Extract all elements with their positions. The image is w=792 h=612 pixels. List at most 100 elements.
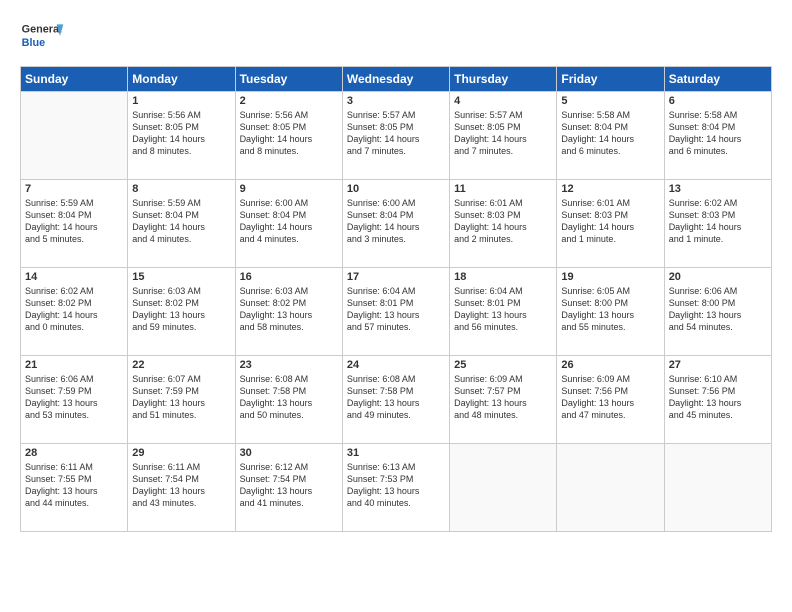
day-cell: 9 Sunrise: 6:00 AM Sunset: 8:04 PM Daylig… (235, 180, 342, 268)
day-number: 20 (669, 271, 767, 283)
day-cell (557, 444, 664, 532)
day-number: 23 (240, 359, 338, 371)
day-info: Sunrise: 6:00 AM Sunset: 8:04 PM Dayligh… (240, 197, 338, 246)
day-info: Sunrise: 5:56 AM Sunset: 8:05 PM Dayligh… (240, 109, 338, 158)
day-number: 22 (132, 359, 230, 371)
day-number: 16 (240, 271, 338, 283)
day-number: 30 (240, 447, 338, 459)
day-info: Sunrise: 6:06 AM Sunset: 8:00 PM Dayligh… (669, 285, 767, 334)
day-info: Sunrise: 5:59 AM Sunset: 8:04 PM Dayligh… (25, 197, 123, 246)
weekday-tuesday: Tuesday (235, 67, 342, 92)
weekday-saturday: Saturday (664, 67, 771, 92)
day-info: Sunrise: 6:01 AM Sunset: 8:03 PM Dayligh… (561, 197, 659, 246)
day-info: Sunrise: 6:07 AM Sunset: 7:59 PM Dayligh… (132, 373, 230, 422)
day-info: Sunrise: 6:08 AM Sunset: 7:58 PM Dayligh… (347, 373, 445, 422)
day-number: 26 (561, 359, 659, 371)
week-row-5: 28 Sunrise: 6:11 AM Sunset: 7:55 PM Dayli… (21, 444, 772, 532)
day-cell: 29 Sunrise: 6:11 AM Sunset: 7:54 PM Dayli… (128, 444, 235, 532)
day-cell: 13 Sunrise: 6:02 AM Sunset: 8:03 PM Dayli… (664, 180, 771, 268)
day-number: 31 (347, 447, 445, 459)
day-info: Sunrise: 6:09 AM Sunset: 7:57 PM Dayligh… (454, 373, 552, 422)
weekday-friday: Friday (557, 67, 664, 92)
day-cell: 25 Sunrise: 6:09 AM Sunset: 7:57 PM Dayli… (450, 356, 557, 444)
day-number: 13 (669, 183, 767, 195)
day-cell: 24 Sunrise: 6:08 AM Sunset: 7:58 PM Dayli… (342, 356, 449, 444)
day-info: Sunrise: 6:01 AM Sunset: 8:03 PM Dayligh… (454, 197, 552, 246)
day-cell: 1Sunrise: 5:56 AM Sunset: 8:05 PM Daylig… (128, 92, 235, 180)
day-cell: 7 Sunrise: 5:59 AM Sunset: 8:04 PM Daylig… (21, 180, 128, 268)
day-cell: 26 Sunrise: 6:09 AM Sunset: 7:56 PM Dayli… (557, 356, 664, 444)
day-cell: 12 Sunrise: 6:01 AM Sunset: 8:03 PM Dayli… (557, 180, 664, 268)
day-info: Sunrise: 6:03 AM Sunset: 8:02 PM Dayligh… (132, 285, 230, 334)
day-number: 24 (347, 359, 445, 371)
day-cell: 27Sunrise: 6:10 AM Sunset: 7:56 PM Dayli… (664, 356, 771, 444)
week-row-3: 14 Sunrise: 6:02 AM Sunset: 8:02 PM Dayli… (21, 268, 772, 356)
day-cell: 10 Sunrise: 6:00 AM Sunset: 8:04 PM Dayli… (342, 180, 449, 268)
day-info: Sunrise: 6:12 AM Sunset: 7:54 PM Dayligh… (240, 461, 338, 510)
day-cell: 6Sunrise: 5:58 AM Sunset: 8:04 PM Daylig… (664, 92, 771, 180)
day-cell (450, 444, 557, 532)
day-cell: 23 Sunrise: 6:08 AM Sunset: 7:58 PM Dayli… (235, 356, 342, 444)
day-cell: 31 Sunrise: 6:13 AM Sunset: 7:53 PM Dayli… (342, 444, 449, 532)
day-cell: 5 Sunrise: 5:58 AM Sunset: 8:04 PM Daylig… (557, 92, 664, 180)
day-info: Sunrise: 6:04 AM Sunset: 8:01 PM Dayligh… (347, 285, 445, 334)
header: General Blue (20, 16, 772, 56)
logo: General Blue (20, 16, 70, 56)
logo-svg: General Blue (20, 16, 70, 56)
day-cell: 2 Sunrise: 5:56 AM Sunset: 8:05 PM Daylig… (235, 92, 342, 180)
day-info: Sunrise: 5:56 AM Sunset: 8:05 PM Dayligh… (132, 109, 230, 158)
day-number: 29 (132, 447, 230, 459)
day-info: Sunrise: 6:04 AM Sunset: 8:01 PM Dayligh… (454, 285, 552, 334)
day-number: 18 (454, 271, 552, 283)
day-cell: 21Sunrise: 6:06 AM Sunset: 7:59 PM Dayli… (21, 356, 128, 444)
weekday-thursday: Thursday (450, 67, 557, 92)
day-info: Sunrise: 5:58 AM Sunset: 8:04 PM Dayligh… (561, 109, 659, 158)
week-row-2: 7 Sunrise: 5:59 AM Sunset: 8:04 PM Daylig… (21, 180, 772, 268)
weekday-monday: Monday (128, 67, 235, 92)
day-info: Sunrise: 5:57 AM Sunset: 8:05 PM Dayligh… (454, 109, 552, 158)
day-cell: 14 Sunrise: 6:02 AM Sunset: 8:02 PM Dayli… (21, 268, 128, 356)
day-info: Sunrise: 6:02 AM Sunset: 8:03 PM Dayligh… (669, 197, 767, 246)
weekday-sunday: Sunday (21, 67, 128, 92)
day-number: 14 (25, 271, 123, 283)
day-info: Sunrise: 6:09 AM Sunset: 7:56 PM Dayligh… (561, 373, 659, 422)
day-number: 12 (561, 183, 659, 195)
day-cell: 8Sunrise: 5:59 AM Sunset: 8:04 PM Daylig… (128, 180, 235, 268)
day-number: 25 (454, 359, 552, 371)
day-cell: 4Sunrise: 5:57 AM Sunset: 8:05 PM Daylig… (450, 92, 557, 180)
day-cell: 18 Sunrise: 6:04 AM Sunset: 8:01 PM Dayli… (450, 268, 557, 356)
day-cell: 19Sunrise: 6:05 AM Sunset: 8:00 PM Dayli… (557, 268, 664, 356)
day-info: Sunrise: 5:58 AM Sunset: 8:04 PM Dayligh… (669, 109, 767, 158)
day-info: Sunrise: 6:06 AM Sunset: 7:59 PM Dayligh… (25, 373, 123, 422)
day-number: 5 (561, 95, 659, 107)
day-info: Sunrise: 6:08 AM Sunset: 7:58 PM Dayligh… (240, 373, 338, 422)
day-number: 11 (454, 183, 552, 195)
day-number: 7 (25, 183, 123, 195)
svg-text:Blue: Blue (22, 37, 45, 49)
svg-text:General: General (22, 24, 62, 36)
day-cell: 28 Sunrise: 6:11 AM Sunset: 7:55 PM Dayli… (21, 444, 128, 532)
week-row-1: 1Sunrise: 5:56 AM Sunset: 8:05 PM Daylig… (21, 92, 772, 180)
day-cell: 3Sunrise: 5:57 AM Sunset: 8:05 PM Daylig… (342, 92, 449, 180)
weekday-header-row: SundayMondayTuesdayWednesdayThursdayFrid… (21, 67, 772, 92)
day-number: 19 (561, 271, 659, 283)
day-number: 9 (240, 183, 338, 195)
calendar-table: SundayMondayTuesdayWednesdayThursdayFrid… (20, 66, 772, 532)
day-info: Sunrise: 6:11 AM Sunset: 7:55 PM Dayligh… (25, 461, 123, 510)
day-info: Sunrise: 6:00 AM Sunset: 8:04 PM Dayligh… (347, 197, 445, 246)
week-row-4: 21Sunrise: 6:06 AM Sunset: 7:59 PM Dayli… (21, 356, 772, 444)
day-info: Sunrise: 6:02 AM Sunset: 8:02 PM Dayligh… (25, 285, 123, 334)
day-number: 3 (347, 95, 445, 107)
day-cell: 16Sunrise: 6:03 AM Sunset: 8:02 PM Dayli… (235, 268, 342, 356)
day-info: Sunrise: 6:11 AM Sunset: 7:54 PM Dayligh… (132, 461, 230, 510)
day-number: 10 (347, 183, 445, 195)
day-cell: 11 Sunrise: 6:01 AM Sunset: 8:03 PM Dayli… (450, 180, 557, 268)
day-cell (21, 92, 128, 180)
day-number: 2 (240, 95, 338, 107)
day-cell: 20 Sunrise: 6:06 AM Sunset: 8:00 PM Dayli… (664, 268, 771, 356)
day-cell (664, 444, 771, 532)
day-number: 28 (25, 447, 123, 459)
day-cell: 30 Sunrise: 6:12 AM Sunset: 7:54 PM Dayli… (235, 444, 342, 532)
day-number: 8 (132, 183, 230, 195)
day-info: Sunrise: 6:13 AM Sunset: 7:53 PM Dayligh… (347, 461, 445, 510)
